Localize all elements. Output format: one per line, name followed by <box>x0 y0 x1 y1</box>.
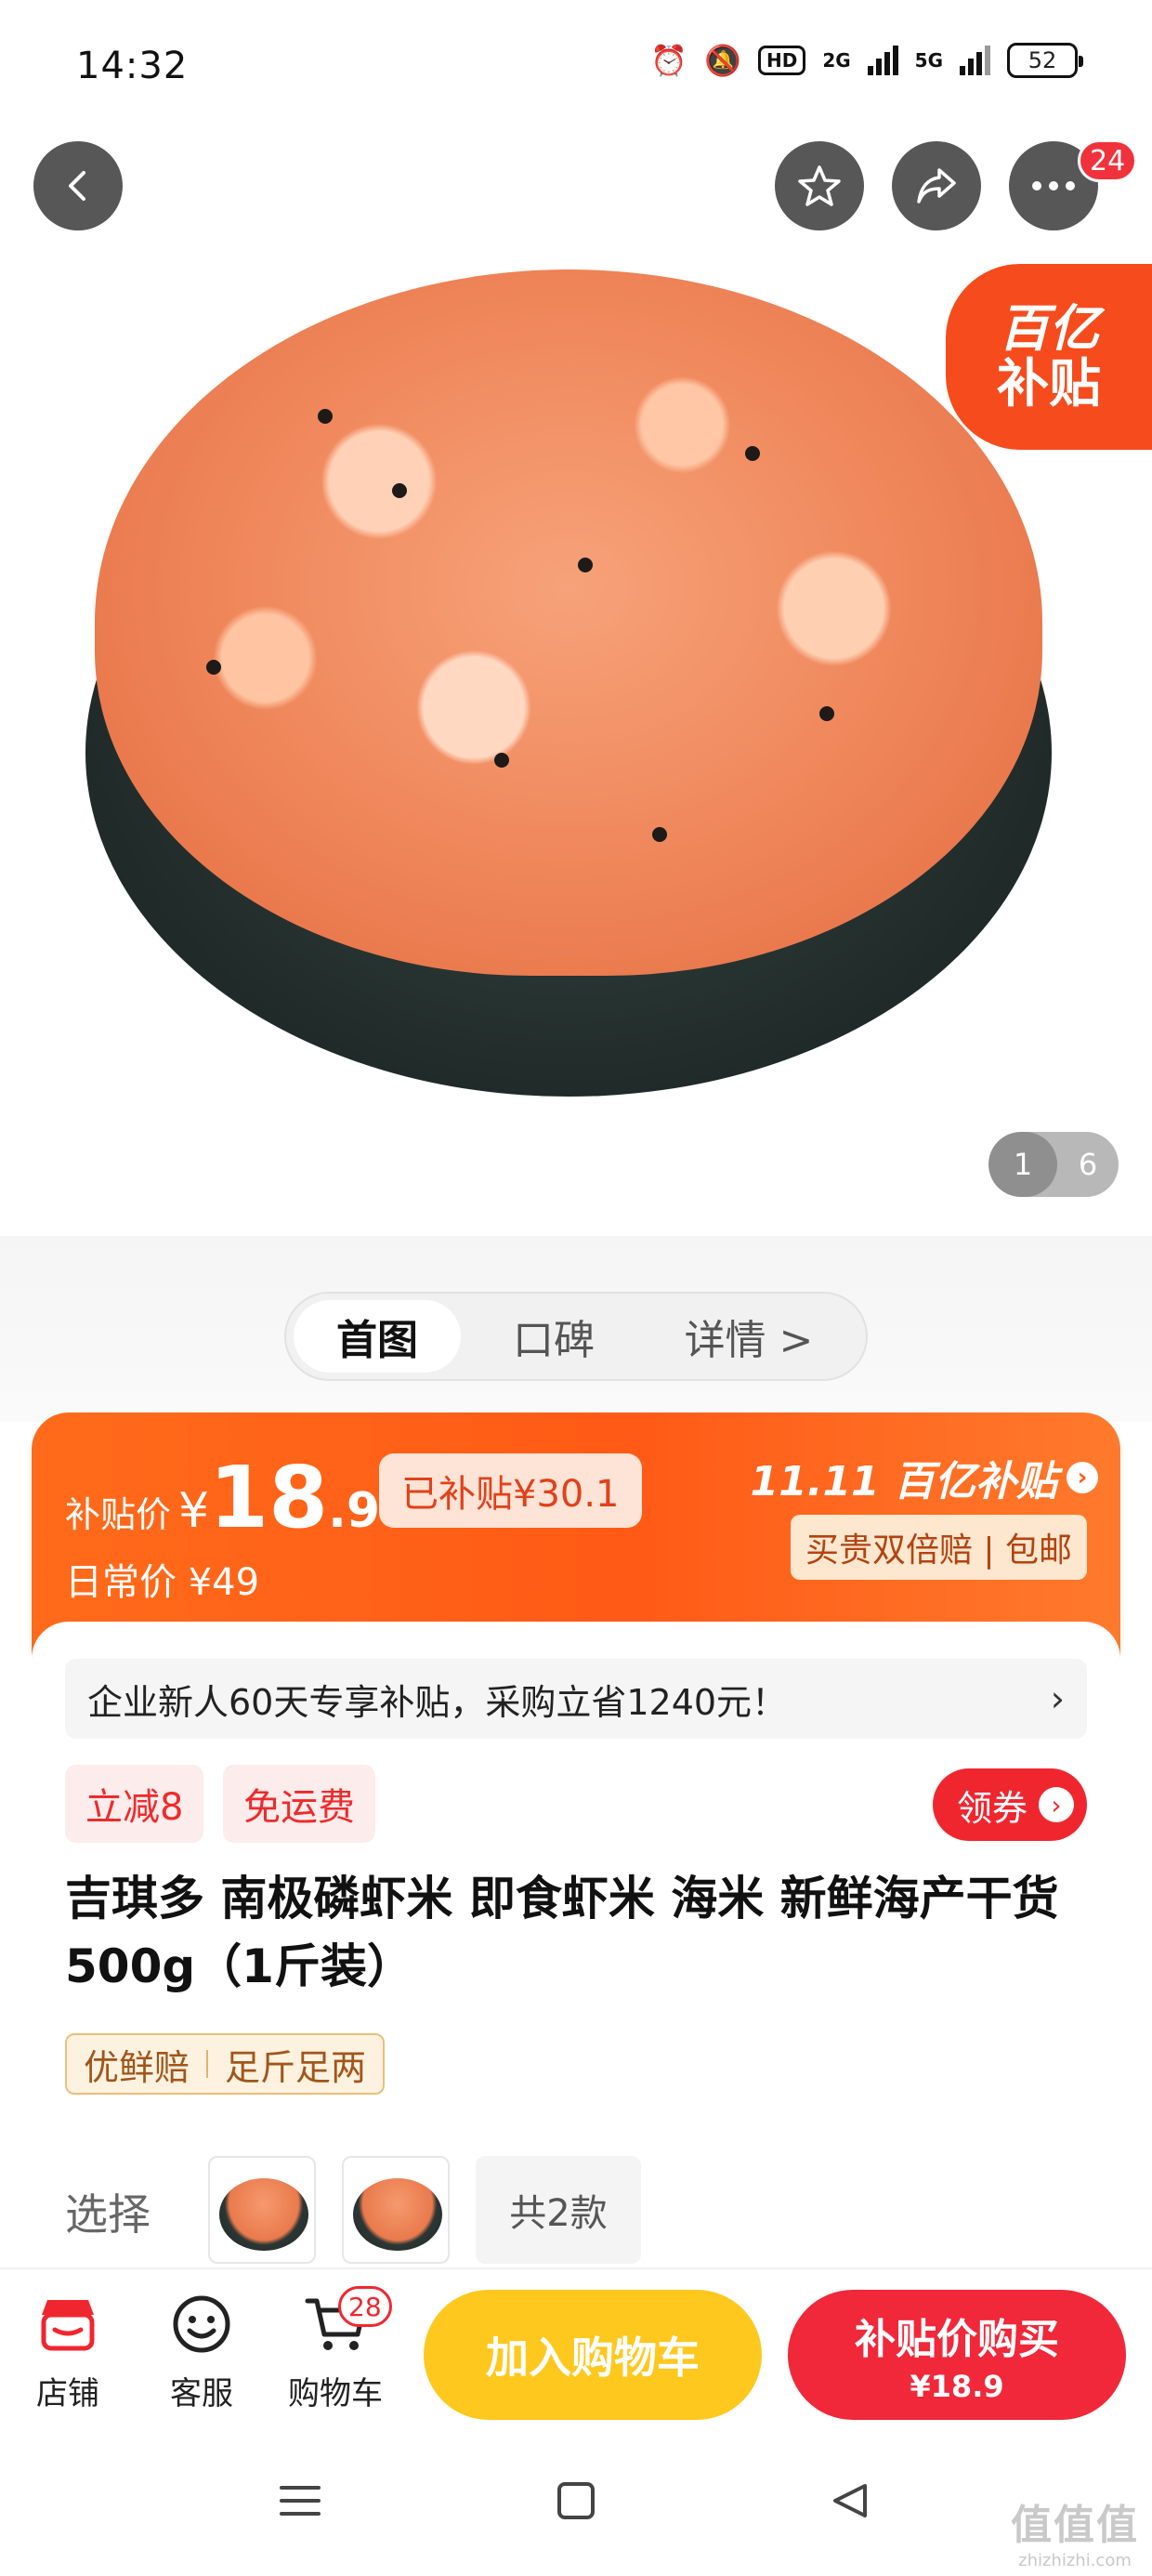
variant-thumbnail-image <box>219 2178 308 2251</box>
shrimp-eye <box>819 706 834 721</box>
system-back-button[interactable] <box>818 2470 883 2535</box>
store-label: 店铺 <box>36 2375 99 2412</box>
get-coupon-label: 领券 <box>956 1787 1028 1829</box>
shrimp-eye <box>392 483 407 498</box>
price-decimal: .9 <box>328 1483 381 1539</box>
home-button[interactable] <box>543 2470 609 2535</box>
status-icons: ⏰ 🔕 HD 2G 5G 52 <box>650 43 1083 78</box>
signal-label-2g: 2G <box>822 49 851 72</box>
shrimp-eye <box>745 446 760 461</box>
watermark-url: zhizhizhi.com <box>1018 2551 1132 2570</box>
chevron-right-icon: › <box>1067 1462 1098 1493</box>
recent-apps-button[interactable] <box>268 2470 333 2535</box>
shrimp-eye <box>318 409 333 424</box>
signal-bars-icon <box>867 46 898 75</box>
tab-reviews[interactable]: 口碑 <box>461 1300 647 1373</box>
status-bar: 14:32 ⏰ 🔕 HD 2G 5G 52 <box>0 0 1152 130</box>
guarantee-badge: 买贵双倍赔 | 包邮 <box>790 1515 1087 1580</box>
product-info-card: 企业新人60天专享补贴，采购立省1240元！ › 立减8 免运费 领券 › 吉琪… <box>32 1622 1120 2272</box>
tab-main-image[interactable]: 首图 <box>294 1300 461 1373</box>
customer-service-label: 客服 <box>170 2375 233 2412</box>
feature-fresh-guarantee: 优鲜赔 <box>84 2046 190 2088</box>
cart-label: 购物车 <box>288 2375 383 2412</box>
variant-count-button[interactable]: 共2款 <box>476 2156 641 2264</box>
product-image-carousel[interactable]: 24 百亿 补贴 1 6 <box>0 130 1152 1236</box>
chevron-right-icon: › <box>1050 1678 1065 1719</box>
select-variant-label: 选择 <box>65 2189 151 2240</box>
star-icon <box>796 163 843 209</box>
image-pager: 1 6 <box>988 1132 1119 1197</box>
customer-service-icon <box>141 2290 262 2359</box>
regular-price: 日常价 ¥49 <box>65 1561 260 1604</box>
currency-symbol: ¥ <box>178 1483 210 1539</box>
watermark-logo: 值值值 <box>1011 2502 1139 2549</box>
battery-icon: 52 <box>1007 43 1083 78</box>
shrimp-eye <box>652 827 667 842</box>
enterprise-promo-text: 企业新人60天专享补贴，采购立省1240元！ <box>87 1681 788 1723</box>
hd-icon: HD <box>757 46 806 75</box>
section-tabs: 首图 口碑 详情 > <box>284 1292 868 1381</box>
feature-full-weight: 足斤足两 <box>225 2046 367 2088</box>
add-to-cart-button[interactable]: 加入购物车 <box>424 2290 762 2420</box>
cart-button[interactable]: 28 购物车 <box>275 2286 396 2413</box>
subsidy-tag-line2: 补贴 <box>997 353 1101 414</box>
cart-count-badge: 28 <box>338 2286 392 2327</box>
service-features[interactable]: 优鲜赔 足斤足两 <box>65 2033 386 2095</box>
tab-details[interactable]: 详情 > <box>647 1300 851 1373</box>
signal-bars-5g-icon <box>960 46 990 75</box>
product-photo-shrimp <box>95 269 1042 976</box>
more-icon <box>1030 179 1077 192</box>
subsidized-amount-badge: 已补贴¥30.1 <box>379 1453 642 1528</box>
customer-service-button[interactable]: 客服 <box>141 2290 262 2413</box>
alarm-icon: ⏰ <box>650 43 688 78</box>
price-integer: 18 <box>209 1448 329 1547</box>
enterprise-promo-bar[interactable]: 企业新人60天专享补贴，采购立省1240元！ › <box>65 1659 1087 1739</box>
triangle-back-icon <box>830 2480 871 2525</box>
section-tabs-area: 首图 口碑 详情 > <box>0 1236 1152 1422</box>
status-time: 14:32 <box>76 45 189 87</box>
variant-thumbnail-image <box>353 2178 442 2251</box>
square-icon <box>556 2480 596 2525</box>
buy-now-price: ¥18.9 <box>910 2369 1004 2404</box>
favorite-button[interactable] <box>775 141 864 230</box>
bottom-action-bar: 店铺 客服 28 购物车 加入购物车 补贴价购买 ¥18.9 <box>0 2267 1152 2429</box>
discount-tag: 立减8 <box>65 1765 204 1843</box>
back-button[interactable] <box>33 141 123 230</box>
share-button[interactable] <box>892 141 981 230</box>
free-shipping-tag: 免运费 <box>223 1765 375 1843</box>
mute-bell-icon: 🔕 <box>704 43 741 78</box>
variant-thumbnail[interactable] <box>342 2156 450 2264</box>
store-button[interactable]: 店铺 <box>7 2290 128 2413</box>
variant-thumbnail[interactable] <box>208 2156 316 2264</box>
subsidy-tag: 百亿 补贴 <box>946 264 1152 450</box>
pager-current: 1 <box>988 1132 1057 1197</box>
back-arrow-icon <box>59 167 97 204</box>
pager-total: 6 <box>1078 1147 1098 1182</box>
subsidy-price: 补贴价 ¥ 18 .9 <box>65 1455 380 1541</box>
double11-subsidy-link[interactable]: 11.11 百亿补贴 › <box>750 1448 1098 1507</box>
shrimp-eye <box>494 753 509 768</box>
shrimp-eye <box>206 660 221 675</box>
more-badge: 24 <box>1078 139 1138 182</box>
subsidy-tag-line1: 百亿 <box>999 298 1099 358</box>
get-coupon-button[interactable]: 领券 › <box>932 1768 1087 1841</box>
shrimp-eye <box>578 558 593 572</box>
signal-label-5g: 5G <box>914 49 943 72</box>
share-icon <box>913 163 960 209</box>
watermark: 值值值 zhizhizhi.com <box>1011 2491 1139 2570</box>
buy-now-button[interactable]: 补贴价购买 ¥18.9 <box>788 2290 1126 2420</box>
buy-now-label: 补贴价购买 <box>855 2316 1059 2363</box>
store-icon <box>7 2290 128 2359</box>
system-nav-bar: 值值值 zhizhizhi.com <box>0 2429 1152 2576</box>
subsidy-price-label: 补贴价 <box>65 1494 172 1535</box>
product-title: 吉琪多 南极磷虾米 即食虾米 海米 新鲜海产干货 500g（1斤装） <box>65 1872 1059 1993</box>
double11-subsidy-label: 11.11 百亿补贴 <box>750 1458 1058 1505</box>
chevron-right-icon: › <box>1039 1787 1074 1822</box>
menu-icon <box>280 2482 321 2523</box>
